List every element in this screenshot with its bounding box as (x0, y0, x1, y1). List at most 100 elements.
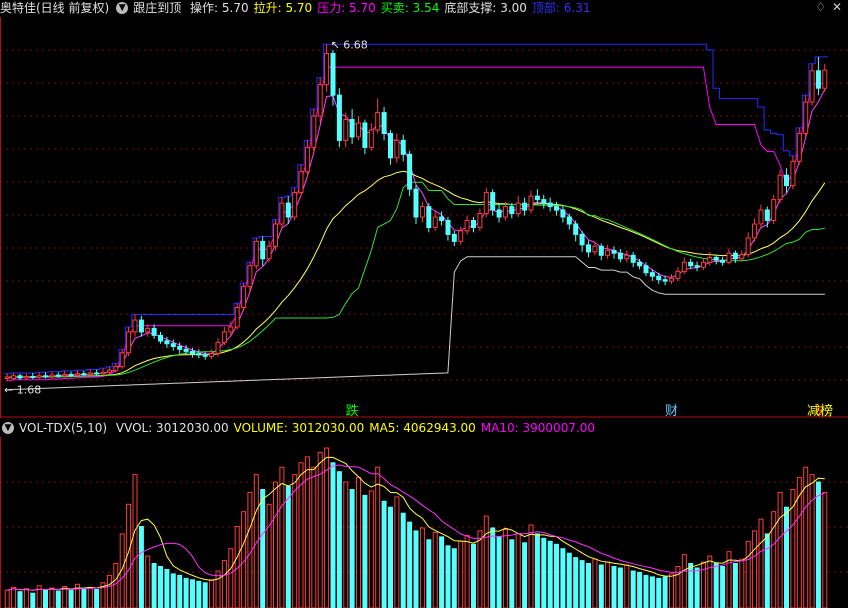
candle[interactable] (228, 326, 234, 333)
candle[interactable] (388, 132, 393, 159)
candle[interactable] (298, 171, 304, 194)
close-icon[interactable]: ✕ (832, 0, 842, 14)
volume-bar[interactable] (515, 533, 521, 608)
volume-bar[interactable] (490, 527, 496, 608)
candle[interactable] (611, 249, 617, 254)
volume-bar[interactable] (285, 486, 291, 608)
candle[interactable] (451, 233, 457, 242)
volume-bar[interactable] (266, 503, 272, 608)
volume-bar[interactable] (145, 555, 151, 608)
volume-indicator-name[interactable]: VOL-TDX(5,10) (19, 421, 107, 435)
candle[interactable] (522, 202, 528, 211)
candle[interactable] (464, 220, 470, 232)
candle[interactable] (822, 69, 828, 89)
volume-bar[interactable] (177, 574, 183, 608)
candle[interactable] (62, 373, 68, 377)
volume-bar[interactable] (317, 451, 323, 608)
candle[interactable] (694, 265, 700, 268)
candle[interactable] (273, 223, 278, 247)
volume-bar[interactable] (592, 558, 598, 608)
volume-bar[interactable] (560, 548, 566, 608)
candle[interactable] (809, 70, 815, 103)
candle[interactable] (356, 122, 361, 138)
candle[interactable] (132, 319, 138, 333)
volume-bar[interactable] (17, 591, 23, 608)
candle[interactable] (624, 254, 630, 260)
candle[interactable] (617, 252, 623, 260)
volume-bar[interactable] (688, 563, 694, 608)
volume-bar[interactable] (4, 589, 10, 608)
candle[interactable] (579, 233, 585, 246)
volume-bar[interactable] (260, 489, 266, 608)
price-chart[interactable]: ↖ 6.68 ← 1.68 跌财 $ 减榜 (0, 17, 848, 418)
volume-bar[interactable] (445, 545, 451, 608)
volume-bar[interactable] (617, 567, 623, 608)
candle[interactable] (592, 245, 598, 253)
candle[interactable] (138, 319, 144, 333)
volume-bar[interactable] (407, 521, 413, 608)
candle[interactable] (707, 256, 713, 263)
volume-bar[interactable] (375, 466, 381, 608)
volume-bar[interactable] (11, 586, 17, 608)
candle[interactable] (343, 119, 349, 141)
candle[interactable] (158, 334, 163, 342)
candle[interactable] (43, 375, 48, 378)
volume-bar[interactable] (694, 567, 700, 608)
candle[interactable] (713, 256, 719, 261)
settings-icon[interactable]: ♢ (815, 0, 826, 14)
candle[interactable] (502, 206, 508, 218)
volume-bar[interactable] (426, 539, 432, 608)
candle[interactable] (279, 202, 285, 225)
candle[interactable] (17, 375, 23, 379)
candle[interactable] (777, 174, 783, 201)
indicator-menu-icon[interactable]: ▼ (116, 1, 129, 14)
candle[interactable] (183, 348, 189, 352)
candle[interactable] (790, 160, 796, 187)
candle[interactable] (100, 371, 106, 375)
volume-bar[interactable] (662, 576, 668, 608)
volume-bar[interactable] (764, 533, 770, 608)
candle[interactable] (362, 122, 368, 148)
volume-bar[interactable] (566, 552, 572, 608)
volume-bar[interactable] (87, 586, 93, 608)
volume-bar[interactable] (215, 570, 221, 608)
volume-bar[interactable] (605, 561, 611, 608)
volume-bar[interactable] (106, 574, 112, 608)
volume-bar[interactable] (183, 577, 189, 608)
candle[interactable] (509, 206, 515, 215)
candle[interactable] (796, 132, 802, 162)
volume-bar[interactable] (356, 477, 361, 608)
candle[interactable] (49, 374, 55, 378)
volume-bar[interactable] (209, 579, 215, 608)
candle[interactable] (515, 202, 521, 215)
volume-bar[interactable] (151, 563, 157, 608)
volume-bar[interactable] (394, 496, 400, 608)
candle[interactable] (94, 372, 100, 375)
candle[interactable] (177, 346, 183, 350)
volume-bar[interactable] (822, 491, 828, 608)
volume-bar[interactable] (681, 554, 687, 608)
candle[interactable] (477, 213, 483, 228)
candle[interactable] (669, 277, 674, 282)
candle[interactable] (285, 202, 291, 218)
volume-bar[interactable] (541, 537, 547, 608)
candle[interactable] (649, 272, 655, 277)
candle[interactable] (324, 52, 330, 86)
candle[interactable] (630, 254, 636, 263)
volume-bar[interactable] (273, 481, 278, 608)
volume-bar[interactable] (815, 481, 821, 608)
volume-bar[interactable] (43, 589, 48, 608)
candle[interactable] (732, 252, 738, 260)
volume-bar[interactable] (68, 589, 74, 608)
candle[interactable] (190, 350, 195, 354)
candle[interactable] (113, 366, 119, 371)
volume-bar[interactable] (190, 579, 195, 608)
volume-bar[interactable] (400, 512, 406, 608)
volume-bar[interactable] (113, 563, 119, 608)
candle[interactable] (23, 376, 29, 379)
volume-chart-svg[interactable] (0, 437, 848, 608)
candle[interactable] (241, 286, 247, 309)
price-chart-svg[interactable]: ↖ 6.68← 1.68跌财 $减榜 (0, 17, 848, 418)
candle[interactable] (221, 331, 227, 343)
volume-bar[interactable] (713, 563, 719, 608)
